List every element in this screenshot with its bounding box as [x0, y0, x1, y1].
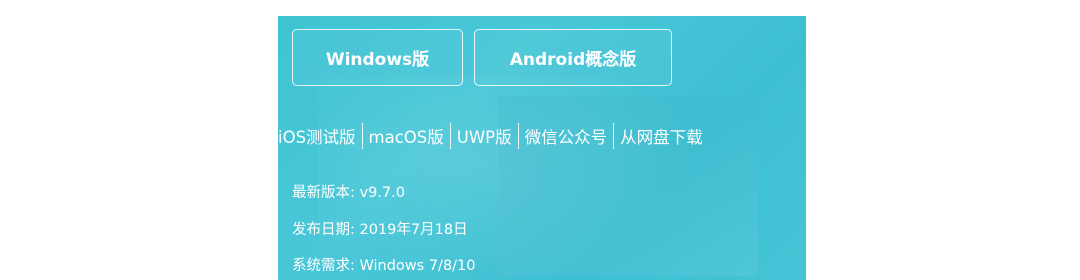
ios-beta-link[interactable]: iOS测试版 — [278, 124, 362, 148]
page: Windows版 Android概念版 iOS测试版 macOS版 UWP版 微… — [0, 0, 1080, 280]
netdisk-download-link[interactable]: 从网盘下载 — [614, 124, 709, 148]
android-download-button[interactable]: Android概念版 — [474, 29, 672, 86]
uwp-link[interactable]: UWP版 — [451, 124, 518, 148]
windows-download-button[interactable]: Windows版 — [292, 29, 463, 86]
system-requirements-text: 系统需求: Windows 7/8/10 — [292, 258, 476, 274]
wechat-account-link[interactable]: 微信公众号 — [519, 124, 614, 148]
platform-links: iOS测试版 macOS版 UWP版 微信公众号 从网盘下载 — [278, 120, 806, 152]
download-panel: Windows版 Android概念版 iOS测试版 macOS版 UWP版 微… — [278, 16, 806, 280]
release-date-text: 发布日期: 2019年7月18日 — [292, 222, 468, 238]
macos-link[interactable]: macOS版 — [363, 124, 450, 148]
latest-version-text: 最新版本: v9.7.0 — [292, 185, 405, 201]
